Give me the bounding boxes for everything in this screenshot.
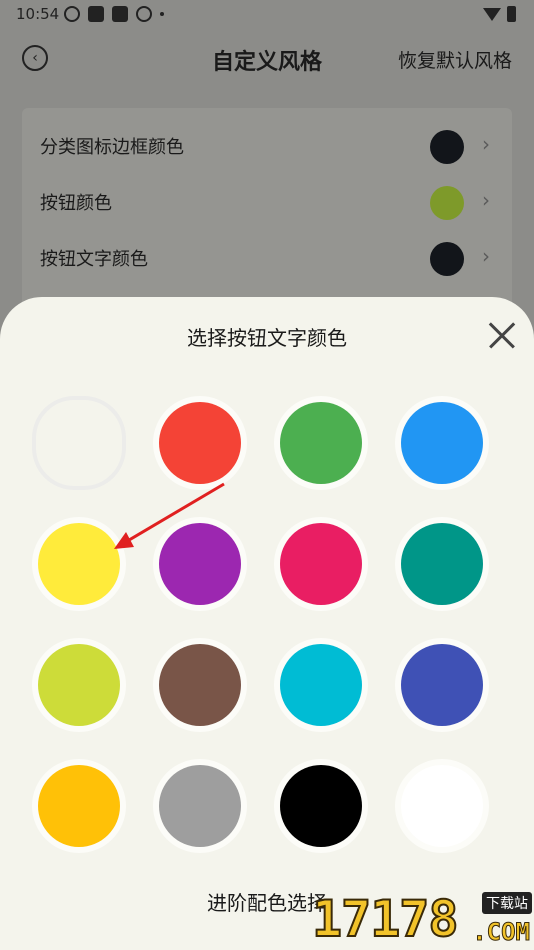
arrow-shaft xyxy=(123,482,225,545)
annotation-arrow xyxy=(114,482,225,549)
watermark-suffix: .COM xyxy=(472,918,531,947)
watermark-tag: 下载站 xyxy=(482,892,532,914)
watermark-number: 17178 xyxy=(311,889,460,949)
watermark-logo: 17178 下载站 .COM xyxy=(311,888,534,950)
